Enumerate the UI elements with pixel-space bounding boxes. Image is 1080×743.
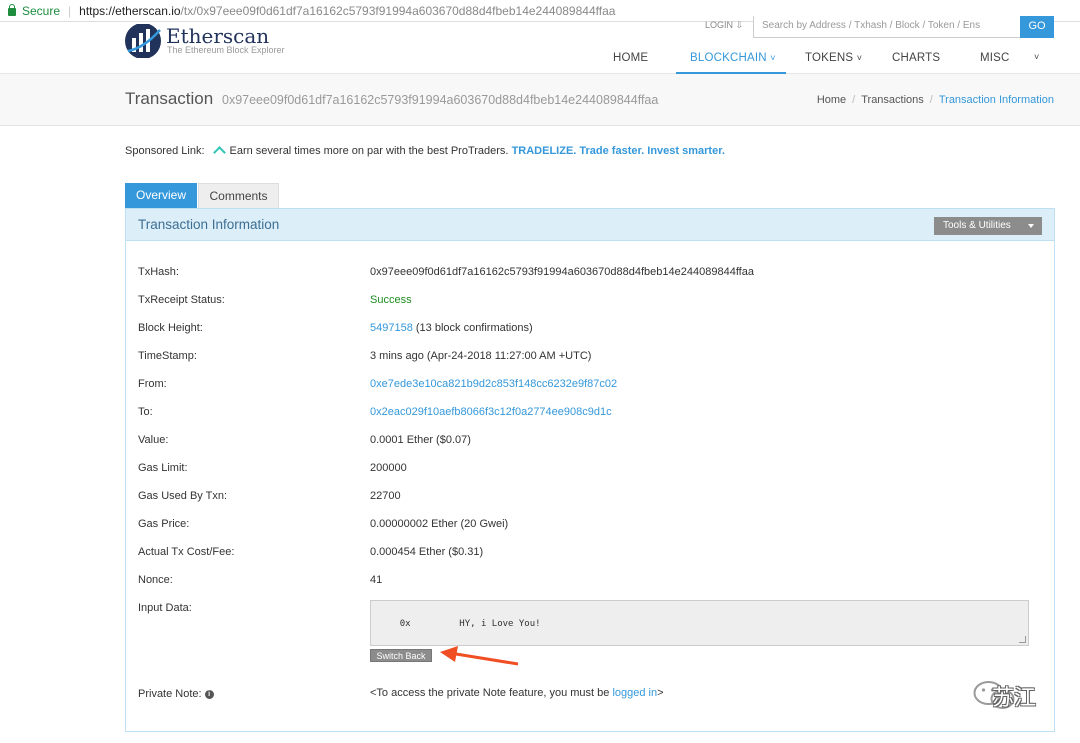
logo-subtitle: The Ethereum Block Explorer [167, 45, 285, 55]
gas-price-value: 0.00000002 Ether (20 Gwei) [370, 518, 509, 530]
sponsor-ad-link[interactable]: TRADELIZE. Trade faster. Invest smarter. [512, 145, 725, 157]
breadcrumb-separator: / [929, 94, 933, 106]
block-confirmations: (13 block confirmations) [412, 322, 533, 334]
private-note-suffix: > [657, 687, 664, 699]
detail-label: Gas Used By Txn: [138, 490, 228, 502]
login-link[interactable]: LOGIN ⇩ [705, 20, 743, 31]
gas-limit-value: 200000 [370, 462, 407, 474]
detail-label: To: [138, 406, 153, 418]
tools-utilities-dropdown[interactable]: Tools & Utilities [934, 217, 1042, 235]
detail-label: Gas Price: [138, 518, 190, 530]
etherscan-logo-icon[interactable] [122, 24, 164, 58]
page-header: Transaction 0x97eee09f0d61df7a16162c5793… [0, 74, 1080, 126]
panel-header: Transaction Information Tools & Utilitie… [126, 209, 1054, 241]
sponsored-link: Sponsored Link: Earn several times more o… [125, 145, 725, 159]
block-value: 5497158 (13 block confirmations) [370, 322, 533, 334]
site-header: Etherscan The Ethereum Block Explorer LO… [0, 16, 1080, 74]
breadcrumb-separator: / [852, 94, 856, 106]
detail-label: Actual Tx Cost/Fee: [138, 546, 235, 558]
info-icon[interactable]: i [204, 690, 214, 699]
nav-charts[interactable]: CHARTS [892, 52, 940, 64]
tradelize-logo-icon [212, 146, 226, 159]
chevron-down-icon[interactable]: ˅ [1034, 52, 1039, 62]
txhash-value: 0x97eee09f0d61df7a16162c5793f91994a60367… [370, 266, 754, 278]
sponsor-text: Earn several times more on par with the … [229, 145, 509, 157]
tools-utilities-label: Tools & Utilities [943, 220, 1011, 231]
detail-label: TxHash: [138, 266, 179, 278]
detail-label: Gas Limit: [138, 462, 188, 474]
sponsor-label: Sponsored Link: [125, 145, 205, 157]
nav-tokens-label: TOKENS [805, 52, 854, 64]
block-number-link[interactable]: 5497158 [370, 322, 413, 334]
private-note-value: <To access the private Note feature, you… [370, 687, 664, 699]
search-input[interactable]: Search by Address / Txhash / Block / Tok… [753, 16, 1021, 38]
breadcrumb: Home / Transactions / Transaction Informatio… [817, 94, 1054, 106]
annotation-arrow-icon [440, 646, 519, 666]
detail-label: TimeStamp: [138, 350, 197, 362]
detail-label: Block Height: [138, 322, 203, 334]
watermark-text: 苏江 [992, 686, 1037, 711]
input-data-text: 0x HY, i Love You! [399, 619, 541, 629]
fee-value: 0.000454 Ether ($0.31) [370, 546, 484, 558]
switch-back-button[interactable]: Switch Back [370, 649, 432, 662]
nav-blockchain[interactable]: BLOCKCHAIN ˅ [690, 52, 776, 64]
nav-home[interactable]: HOME [613, 52, 648, 64]
detail-label: Private Note: i [138, 688, 358, 700]
breadcrumb-transactions[interactable]: Transactions [861, 94, 924, 106]
nav-blockchain-label: BLOCKCHAIN [690, 52, 767, 64]
detail-label: TxReceipt Status: [138, 294, 225, 306]
timestamp-value: 3 mins ago (Apr-24-2018 11:27:00 AM +UTC… [370, 350, 592, 362]
detail-label: Input Data: [138, 602, 192, 614]
value-amount: 0.0001 Ether ($0.07) [370, 434, 471, 446]
transaction-panel: Transaction Information Tools & Utilitie… [125, 208, 1055, 732]
status-value: Success [370, 294, 412, 306]
page-tx-hash: 0x97eee09f0d61df7a16162c5793f91994a60367… [222, 93, 659, 107]
logged-in-link[interactable]: logged in [612, 687, 657, 699]
detail-label: Value: [138, 434, 169, 446]
private-note-label: Private Note: [138, 688, 202, 700]
search-go-button[interactable]: GO [1020, 16, 1054, 38]
panel-title: Transaction Information [138, 217, 280, 232]
resize-handle-icon[interactable] [1019, 636, 1026, 643]
gas-used-value: 22700 [370, 490, 401, 502]
secure-label: Secure [22, 3, 61, 18]
nonce-value: 41 [370, 574, 383, 586]
url-path[interactable]: /tx/0x97eee09f0d61df7a16162c5793f91994a6… [181, 4, 616, 18]
url-host[interactable]: https://etherscan.io [79, 4, 180, 18]
from-address-link[interactable]: 0xe7ede3e10ca821b9d2c853f148cc6232e9f87c… [370, 378, 617, 390]
nav-misc[interactable]: MISC [980, 52, 1010, 64]
breadcrumb-current: Transaction Information [938, 94, 1054, 106]
breadcrumb-home[interactable]: Home [817, 94, 846, 106]
chevron-down-icon: ˅ [770, 53, 776, 63]
page-title: Transaction [125, 89, 214, 108]
address-divider: | [68, 3, 72, 18]
to-address-link[interactable]: 0x2eac029f10aefb8066f3c12f0a2774ee908c9d… [370, 406, 612, 418]
tab-comments[interactable]: Comments [198, 183, 279, 208]
nav-tokens[interactable]: TOKENS ˅ [805, 52, 862, 64]
detail-label: From: [138, 378, 167, 390]
caret-down-icon [1028, 224, 1034, 228]
tab-overview[interactable]: Overview [125, 183, 197, 208]
detail-label: Nonce: [138, 574, 173, 586]
lock-icon [8, 3, 16, 16]
input-data-textarea[interactable]: 0x HY, i Love You! [370, 600, 1029, 646]
chevron-down-icon: ˅ [856, 53, 863, 63]
private-note-prefix: <To access the private Note feature, you… [370, 687, 613, 699]
